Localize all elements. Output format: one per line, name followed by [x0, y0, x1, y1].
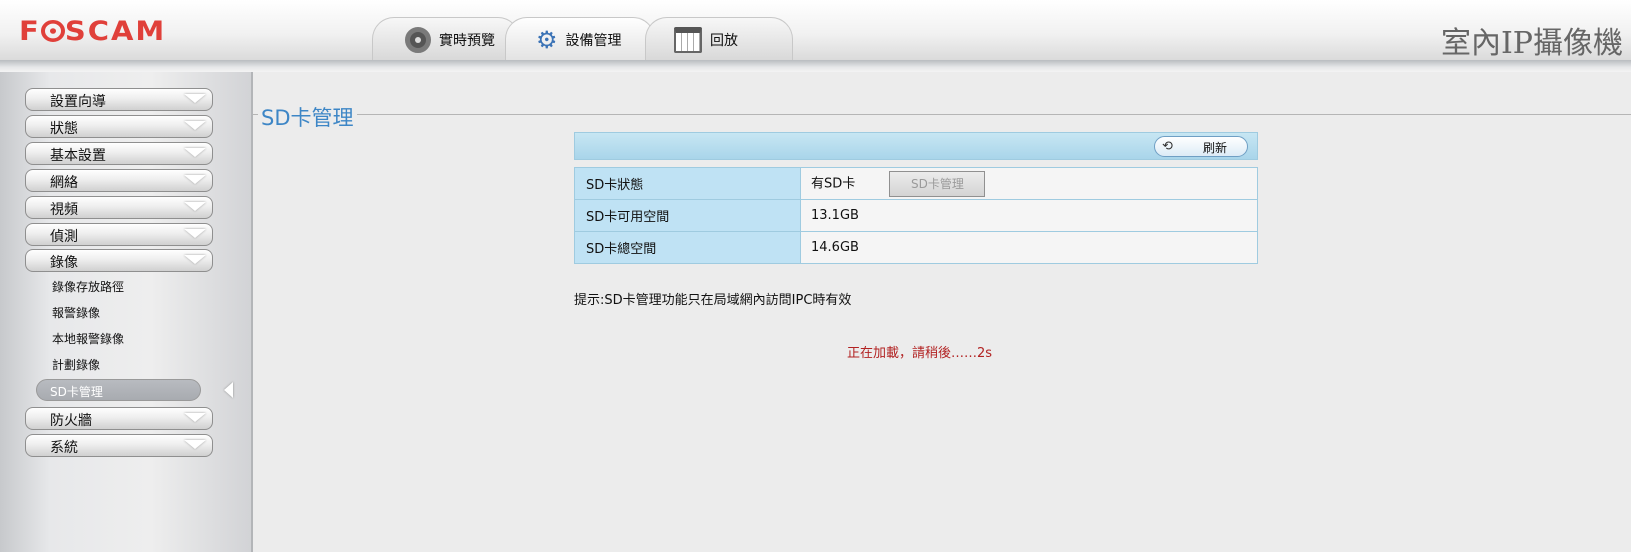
sd-total-space-value: 14.6GB	[800, 231, 1258, 264]
sidebar-item-label: 偵測	[50, 229, 78, 245]
sidebar-item-video[interactable]: 視頻	[25, 196, 213, 219]
top-header: F SCAM 實時預覽 ⚙ 設備管理 回放 室內IP攝像機	[0, 0, 1631, 62]
sd-total-space-label: SD卡總空間	[574, 231, 801, 264]
sidebar-item-label: 防火牆	[50, 413, 92, 429]
tab-device-management-label: 設備管理	[565, 32, 622, 49]
page-title: SD卡管理	[258, 102, 357, 132]
foscam-logo: F SCAM	[19, 15, 167, 47]
chevron-down-icon	[184, 413, 206, 422]
tab-device-management[interactable]: ⚙ 設備管理	[505, 17, 655, 61]
main-content: SD卡管理 ⟲ 刷新 SD卡狀態 有SD卡 SD卡管理 SD卡可用空間 13.1…	[253, 72, 1631, 552]
submenu-item-schedule-record[interactable]: 計劃錄像	[52, 356, 100, 373]
chevron-down-icon	[184, 229, 206, 238]
sidebar-item-label: 設置向導	[50, 94, 106, 110]
sd-status-value-cell: 有SD卡 SD卡管理	[800, 167, 1258, 200]
product-title: 室內IP攝像機	[1440, 26, 1623, 61]
submenu-item-alarm-record[interactable]: 報警錄像	[52, 304, 100, 321]
logo-o-icon	[40, 19, 65, 43]
submenu-item-sd-card-management[interactable]: SD卡管理	[36, 379, 201, 401]
sidebar-item-network[interactable]: 網絡	[25, 169, 213, 192]
webcam-icon	[405, 26, 431, 53]
tab-playback-label: 回放	[710, 32, 738, 49]
sd-manage-button[interactable]: SD卡管理	[889, 170, 986, 197]
table-row: SD卡狀態 有SD卡 SD卡管理	[574, 167, 1258, 200]
sidebar-item-label: 狀態	[50, 121, 78, 137]
chevron-down-icon	[184, 202, 206, 211]
sd-free-space-value: 13.1GB	[800, 199, 1258, 232]
chevron-down-icon	[184, 94, 206, 103]
loading-status: 正在加載，請稍後……2s	[847, 346, 993, 361]
panel-toolbar: ⟲ 刷新	[574, 132, 1258, 160]
sidebar-item-setup-wizard[interactable]: 設置向導	[25, 88, 213, 111]
sidebar-item-label: 視頻	[50, 202, 78, 218]
sidebar-item-label: 基本設置	[50, 148, 106, 164]
submenu-item-label: SD卡管理	[50, 385, 103, 399]
table-row: SD卡總空間 14.6GB	[574, 231, 1258, 264]
table-row: SD卡可用空間 13.1GB	[574, 199, 1258, 232]
chevron-down-icon	[184, 148, 206, 157]
sidebar-item-label: 系統	[50, 440, 78, 456]
submenu-item-local-alarm-record[interactable]: 本地報警錄像	[52, 330, 124, 347]
refresh-icon: ⟲	[1162, 139, 1173, 154]
refresh-button-label: 刷新	[1203, 141, 1228, 155]
tab-playback[interactable]: 回放	[645, 17, 793, 61]
sidebar-item-label: 網絡	[50, 175, 78, 191]
sidebar-item-label: 錄像	[50, 255, 78, 271]
tab-live-view-label: 實時預覽	[439, 32, 495, 49]
sd-status-value: 有SD卡	[811, 176, 856, 191]
chevron-down-icon	[184, 255, 206, 264]
chevron-down-icon	[184, 121, 206, 130]
gear-icon: ⚙	[536, 25, 558, 54]
sidebar-item-recording[interactable]: 錄像	[25, 249, 213, 272]
submenu-item-record-path[interactable]: 錄像存放路徑	[52, 278, 124, 295]
sidebar-item-system[interactable]: 系統	[25, 434, 213, 457]
sidebar-item-basic-settings[interactable]: 基本設置	[25, 142, 213, 165]
sidebar-item-firewall[interactable]: 防火牆	[25, 407, 213, 430]
chevron-down-icon	[184, 175, 206, 184]
sidebar-item-detection[interactable]: 偵測	[25, 223, 213, 246]
sd-free-space-label: SD卡可用空間	[574, 199, 801, 232]
chevron-down-icon	[184, 440, 206, 449]
selected-pointer-icon	[224, 382, 233, 398]
sd-card-info-table: SD卡狀態 有SD卡 SD卡管理 SD卡可用空間 13.1GB SD卡總空間 1…	[574, 167, 1258, 264]
sd-card-panel: ⟲ 刷新 SD卡狀態 有SD卡 SD卡管理 SD卡可用空間 13.1GB SD卡…	[574, 132, 1258, 264]
header-divider-bar	[0, 60, 1631, 72]
refresh-button[interactable]: ⟲ 刷新	[1154, 136, 1248, 157]
hint-text: 提示:SD卡管理功能只在局域網內訪問IPC時有效	[574, 293, 852, 308]
sidebar: 設置向導 狀態 基本設置 網絡 視頻 偵測 錄像 錄像存放路徑 報警錄像 本地報…	[0, 72, 253, 552]
section-divider	[253, 114, 1631, 115]
calendar-icon	[674, 26, 702, 53]
tab-live-view[interactable]: 實時預覽	[372, 17, 520, 61]
sd-status-label: SD卡狀態	[574, 167, 801, 200]
sidebar-item-status[interactable]: 狀態	[25, 115, 213, 138]
